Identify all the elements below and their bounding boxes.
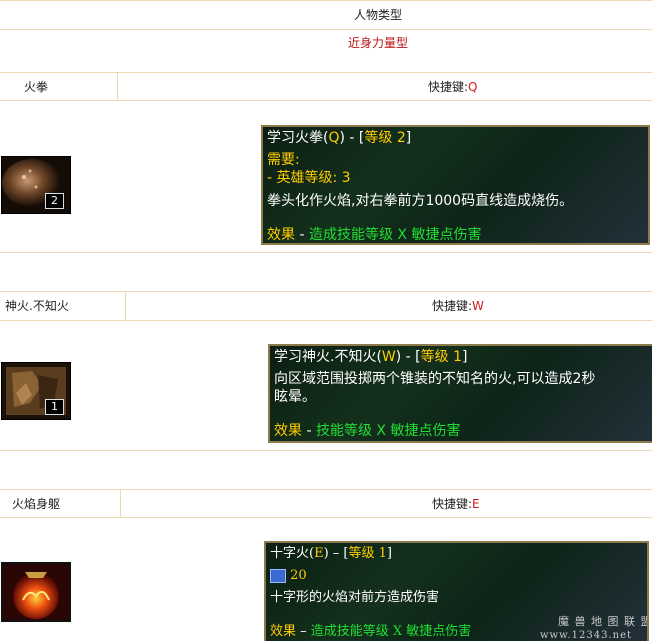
- flame-body-skill-icon: [1, 562, 71, 622]
- watermark-url: www.12343.net: [540, 630, 633, 641]
- skill-name: 神火.不知火: [5, 299, 69, 313]
- skill-name: 火拳: [24, 80, 49, 94]
- hotkey-value: E: [472, 497, 480, 511]
- hotkey-value: Q: [468, 80, 478, 94]
- hotkey-value: W: [472, 299, 484, 313]
- hotkey-label: 快捷键:Q: [428, 80, 478, 94]
- skill-tooltip: 学习火拳(Q) - [等级 2] 需要: - 英雄等级: 3 拳头化作火焰,对右…: [261, 125, 650, 245]
- hotkey-label: 快捷键:W: [432, 299, 484, 313]
- skill-tooltip: 十字火(E) – [等级 1] 20 十字形的火焰对前方造成伤害 效果 – 造成…: [264, 541, 649, 641]
- fire-fist-skill-icon: 2: [1, 156, 71, 214]
- skill-name: 火焰身躯: [12, 497, 61, 511]
- sacred-fire-skill-icon: 1: [1, 362, 71, 420]
- skill-tooltip: 学习神火.不知火(W) - [等级 1] 向区域范围投掷两个锥装的不知名的火,可…: [268, 344, 652, 443]
- skill-level-badge: 1: [45, 399, 64, 415]
- character-type-label: 人物类型: [353, 8, 402, 22]
- mana-cost: 20: [290, 568, 307, 583]
- mana-icon: [270, 568, 286, 583]
- character-type-value: 近身力量型: [347, 36, 408, 50]
- skill-level-badge: 2: [45, 193, 64, 209]
- hotkey-label: 快捷键:E: [432, 497, 480, 511]
